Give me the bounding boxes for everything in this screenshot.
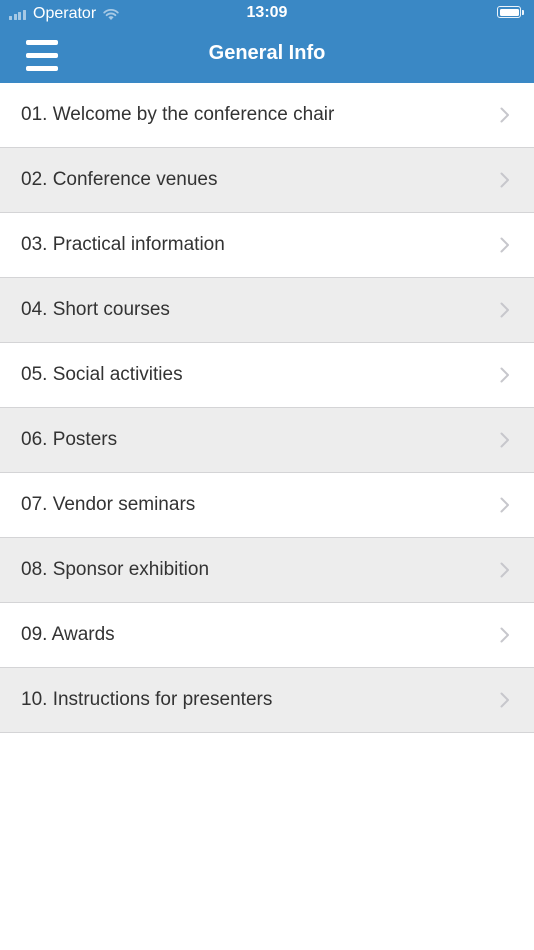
list-item-social-activities[interactable]: 05. Social activities (0, 343, 534, 408)
list-item-conference-venues[interactable]: 02. Conference venues (0, 148, 534, 213)
chevron-right-icon (500, 627, 509, 643)
chevron-right-icon (500, 432, 509, 448)
list-item-label: 09. Awards (21, 624, 115, 645)
chevron-right-icon (500, 237, 509, 253)
general-info-list: 01. Welcome by the conference chair 02. … (0, 83, 534, 733)
chevron-right-icon (500, 107, 509, 123)
chevron-right-icon (500, 497, 509, 513)
list-item-welcome[interactable]: 01. Welcome by the conference chair (0, 83, 534, 148)
list-item-practical-information[interactable]: 03. Practical information (0, 213, 534, 278)
list-item-instructions-for-presenters[interactable]: 10. Instructions for presenters (0, 668, 534, 733)
chevron-right-icon (500, 692, 509, 708)
chevron-right-icon (500, 562, 509, 578)
battery-icon (497, 6, 525, 20)
status-bar: Operator 13:09 (0, 0, 534, 28)
list-item-label: 01. Welcome by the conference chair (21, 104, 335, 125)
chevron-right-icon (500, 302, 509, 318)
chevron-right-icon (500, 172, 509, 188)
list-item-label: 02. Conference venues (21, 169, 218, 190)
chevron-right-icon (500, 367, 509, 383)
list-item-label: 04. Short courses (21, 299, 170, 320)
list-item-sponsor-exhibition[interactable]: 08. Sponsor exhibition (0, 538, 534, 603)
navigation-bar: General Info (0, 28, 534, 83)
list-item-posters[interactable]: 06. Posters (0, 408, 534, 473)
list-item-label: 05. Social activities (21, 364, 183, 385)
status-time: 13:09 (246, 4, 288, 21)
list-item-label: 07. Vendor seminars (21, 494, 196, 515)
list-item-short-courses[interactable]: 04. Short courses (0, 278, 534, 343)
list-item-label: 03. Practical information (21, 234, 225, 255)
list-item-label: 10. Instructions for presenters (21, 689, 273, 710)
list-item-awards[interactable]: 09. Awards (0, 603, 534, 668)
app-header: Operator 13:09 General Info (0, 0, 534, 83)
list-item-label: 08. Sponsor exhibition (21, 559, 210, 580)
page-title: General Info (208, 42, 326, 64)
list-item-label: 06. Posters (21, 429, 118, 450)
list-item-vendor-seminars[interactable]: 07. Vendor seminars (0, 473, 534, 538)
